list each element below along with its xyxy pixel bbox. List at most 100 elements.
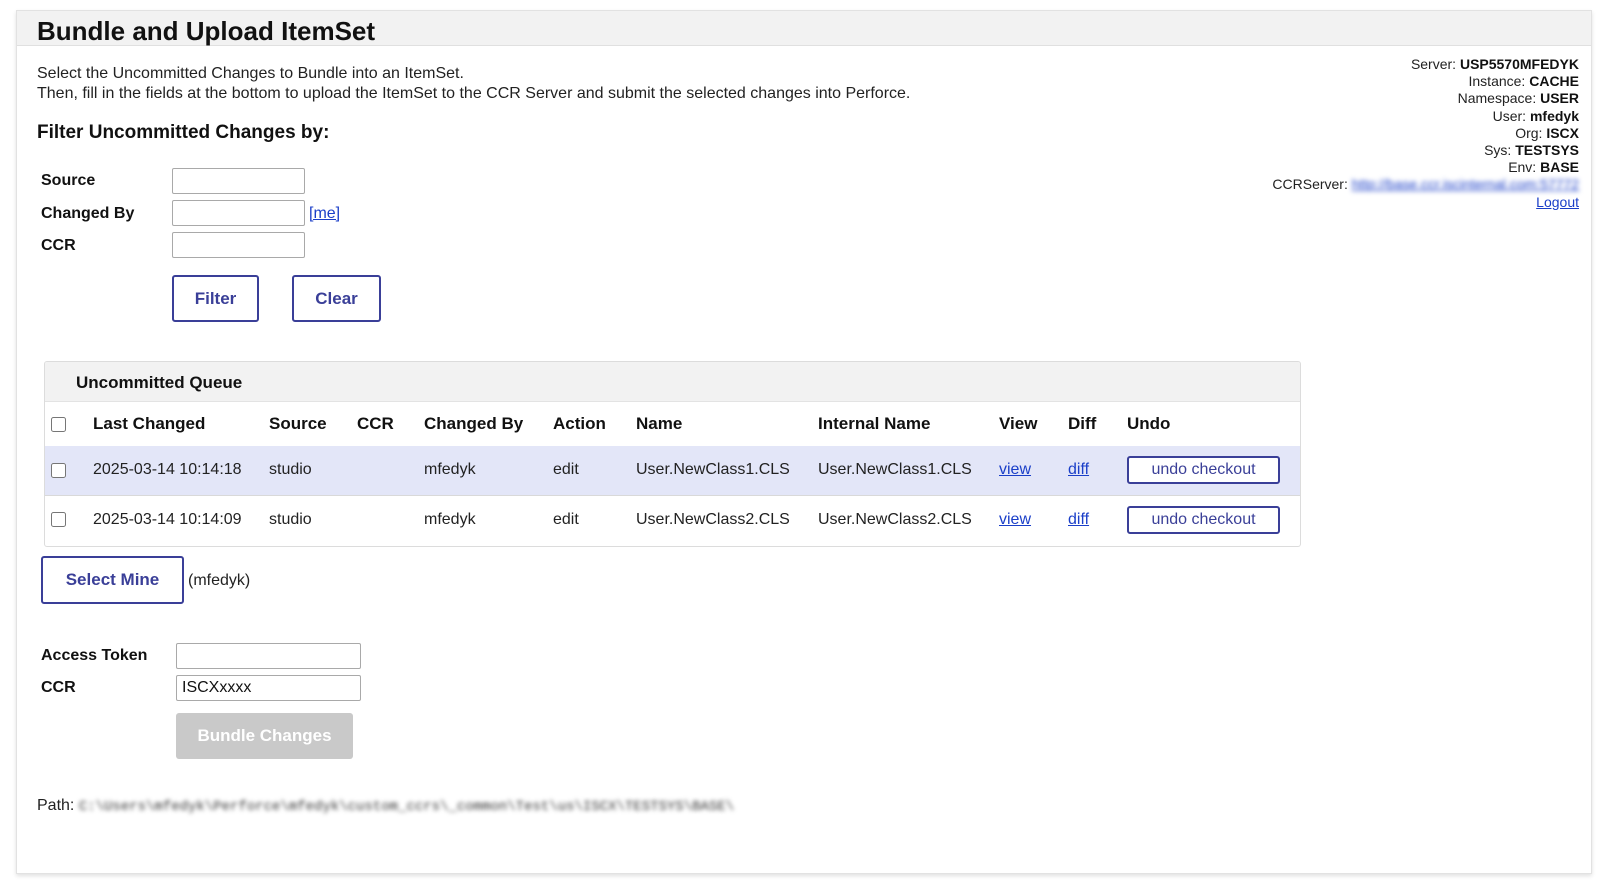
col-view: View: [999, 414, 1038, 433]
instance-value: CACHE: [1529, 73, 1579, 90]
path-row: Path: C:\Users\mfedyk\Perforce\mfedyk\cu…: [37, 797, 734, 815]
bundle-changes-button[interactable]: Bundle Changes: [176, 713, 353, 759]
cell-undo: undo checkout: [1127, 495, 1300, 544]
filter-ccr-label: CCR: [41, 237, 76, 254]
uncommitted-queue: Uncommitted Queue Last Changed Source CC…: [44, 361, 1301, 547]
path-value: C:\Users\mfedyk\Perforce\mfedyk\custom_c…: [78, 799, 735, 815]
col-source: Source: [269, 414, 327, 433]
server-row: Server: USP5570MFEDYK: [1272, 56, 1579, 73]
ccrserver-row: CCRServer: http://base.ccr.iscinternal.c…: [1272, 176, 1579, 193]
source-label: Source: [41, 172, 96, 189]
title-bar: Bundle and Upload ItemSet: [17, 11, 1591, 46]
row-checkbox[interactable]: [51, 512, 66, 528]
cell-diff: diff: [1068, 495, 1127, 544]
logout-row: Logout: [1272, 194, 1579, 211]
col-internal-name: Internal Name: [818, 414, 931, 433]
cell-view: view: [999, 495, 1068, 544]
cell-undo: undo checkout: [1127, 446, 1300, 496]
sys-label: Sys:: [1484, 142, 1512, 159]
bundle-upload-panel: Bundle and Upload ItemSet Select the Unc…: [16, 10, 1592, 874]
undo-checkout-button[interactable]: undo checkout: [1127, 505, 1280, 534]
changed-by-input[interactable]: [172, 200, 305, 226]
view-link[interactable]: view: [999, 461, 1031, 478]
namespace-value: USER: [1540, 90, 1579, 107]
env-label: Env:: [1508, 159, 1537, 176]
user-row: User: mfedyk: [1272, 108, 1579, 125]
row-checkbox[interactable]: [51, 462, 66, 478]
diff-link[interactable]: diff: [1068, 511, 1089, 528]
view-link[interactable]: view: [999, 511, 1031, 528]
server-label: Server:: [1410, 56, 1457, 72]
env-value: BASE: [1540, 159, 1579, 176]
ccrserver-link[interactable]: http://base.ccr.iscinternal.com:57772: [1352, 176, 1579, 192]
cell-name: User.NewClass2.CLS: [636, 510, 790, 528]
table-row[interactable]: 2025-03-14 10:14:09 studio mfedyk edit U…: [45, 495, 1300, 544]
me-link[interactable]: [me]: [309, 205, 340, 223]
queue-header-row: Last Changed Source CCR Changed By Actio…: [45, 402, 1300, 446]
cell-ccr: [357, 446, 424, 496]
col-diff: Diff: [1068, 414, 1097, 433]
instance-label: Instance:: [1468, 73, 1526, 90]
select-all-checkbox[interactable]: [51, 417, 66, 433]
bundle-ccr-input[interactable]: [176, 675, 361, 701]
user-value: mfedyk: [1529, 107, 1579, 124]
col-changed-by: Changed By: [424, 414, 524, 433]
cell-source: studio: [269, 446, 357, 496]
org-value: ISCX: [1546, 124, 1579, 141]
server-value: USP5570MFEDYK: [1459, 56, 1579, 72]
cell-changed-by: mfedyk: [424, 510, 476, 528]
path-label: Path:: [37, 797, 75, 814]
cell-last-changed: 2025-03-14 10:14:18: [93, 446, 269, 496]
intro-line-1: Select the Uncommitted Changes to Bundle…: [37, 65, 464, 82]
cell-internal-name: User.NewClass2.CLS: [818, 510, 972, 528]
env-row: Env: BASE: [1272, 159, 1579, 176]
filter-heading: Filter Uncommitted Changes by:: [37, 122, 330, 143]
row-select-cell: [45, 446, 93, 496]
access-token-label: Access Token: [41, 647, 148, 664]
queue-table: Last Changed Source CCR Changed By Actio…: [45, 402, 1300, 544]
sys-value: TESTSYS: [1515, 142, 1579, 159]
intro-text: Select the Uncommitted Changes to Bundle…: [37, 64, 910, 104]
select-all-cell: [45, 402, 93, 446]
cell-last-changed: 2025-03-14 10:14:09: [93, 510, 242, 528]
queue-header: Uncommitted Queue: [45, 362, 1300, 402]
undo-checkout-button[interactable]: undo checkout: [1127, 456, 1280, 485]
page-title: Bundle and Upload ItemSet: [37, 16, 376, 46]
select-mine-button[interactable]: Select Mine: [41, 556, 184, 604]
clear-button[interactable]: Clear: [292, 275, 381, 322]
queue-title: Uncommitted Queue: [76, 373, 243, 392]
ccrserver-label: CCRServer:: [1272, 176, 1348, 193]
cell-view: view: [999, 446, 1068, 496]
bundle-ccr-label: CCR: [41, 679, 76, 696]
cell-action: edit: [553, 510, 579, 528]
namespace-row: Namespace: USER: [1272, 90, 1579, 107]
namespace-label: Namespace:: [1457, 90, 1537, 107]
col-name: Name: [636, 414, 683, 433]
table-row[interactable]: 2025-03-14 10:14:18 studio mfedyk edit U…: [45, 446, 1300, 496]
cell-internal-name: User.NewClass1.CLS: [818, 446, 999, 496]
sys-row: Sys: TESTSYS: [1272, 142, 1579, 159]
diff-link[interactable]: diff: [1068, 461, 1089, 478]
source-input[interactable]: [172, 168, 305, 194]
access-token-input[interactable]: [176, 643, 361, 669]
select-mine-note: (mfedyk): [188, 572, 251, 589]
col-ccr: CCR: [357, 414, 394, 433]
logout-link[interactable]: Logout: [1536, 194, 1579, 210]
cell-diff: diff: [1068, 446, 1127, 496]
cell-ccr: [357, 495, 424, 544]
org-label: Org:: [1515, 124, 1543, 141]
filter-button[interactable]: Filter: [172, 275, 259, 322]
row-select-cell: [45, 495, 93, 544]
cell-name: User.NewClass1.CLS: [636, 446, 818, 496]
filter-ccr-input[interactable]: [172, 232, 305, 258]
user-label: User:: [1492, 107, 1527, 124]
intro-line-2: Then, fill in the fields at the bottom t…: [37, 85, 911, 102]
org-row: Org: ISCX: [1272, 125, 1579, 142]
col-undo: Undo: [1127, 414, 1171, 433]
cell-changed-by: mfedyk: [424, 446, 553, 496]
changed-by-label: Changed By: [41, 205, 135, 222]
cell-action: edit: [553, 446, 636, 496]
col-action: Action: [553, 414, 606, 433]
cell-source: studio: [269, 510, 312, 528]
col-last-changed: Last Changed: [93, 414, 206, 433]
